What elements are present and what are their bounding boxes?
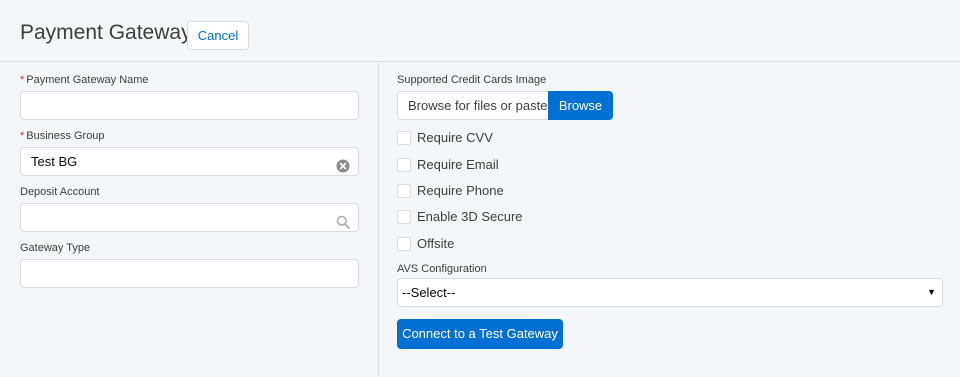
- avs-configuration-label: AVS Configuration: [397, 263, 487, 275]
- required-marker: *: [20, 74, 25, 86]
- offsite-checkbox[interactable]: [397, 237, 411, 251]
- business-group-value: Test BG: [31, 154, 78, 169]
- gateway-type-label: Gateway Type: [20, 242, 91, 254]
- require-phone-label: Require Phone: [417, 183, 504, 198]
- business-group-input[interactable]: Test BG: [20, 147, 359, 176]
- business-group-label: * Business Group: [20, 130, 105, 142]
- require-email-checkbox[interactable]: [397, 158, 411, 172]
- gateway-type-input[interactable]: [20, 259, 359, 288]
- payment-gateway-name-label: * Payment Gateway Name: [20, 74, 149, 86]
- supported-cards-image-label: Supported Credit Cards Image: [397, 74, 547, 86]
- avs-selected-value: --Select--: [402, 285, 456, 300]
- clear-icon[interactable]: [336, 155, 350, 173]
- deposit-account-label: Deposit Account: [20, 186, 100, 198]
- caret-down-icon: ▼: [927, 287, 936, 297]
- avs-configuration-select[interactable]: --Select-- ▼: [397, 278, 943, 307]
- file-upload: Browse for files or paste Browse: [397, 91, 613, 120]
- enable-3d-secure-label: Enable 3D Secure: [417, 209, 523, 224]
- enable-3d-secure-checkbox[interactable]: [397, 210, 411, 224]
- require-cvv-checkbox[interactable]: [397, 131, 411, 145]
- connect-test-gateway-button[interactable]: Connect to a Test Gateway: [397, 319, 563, 349]
- search-icon: [336, 211, 350, 229]
- page-title: Payment Gateway: [20, 21, 192, 44]
- business-group-label-text: Business Group: [26, 130, 105, 142]
- file-drop-zone[interactable]: Browse for files or paste: [397, 91, 549, 120]
- payment-gateway-name-label-text: Payment Gateway Name: [26, 74, 149, 86]
- payment-gateway-name-input[interactable]: [20, 91, 359, 120]
- require-phone-checkbox[interactable]: [397, 184, 411, 198]
- page-header: Payment Gateway Cancel: [0, 0, 960, 62]
- cancel-button[interactable]: Cancel: [187, 21, 249, 50]
- deposit-account-input[interactable]: [20, 203, 359, 232]
- left-column: * Payment Gateway Name * Business Group Te…: [0, 63, 378, 377]
- require-cvv-label: Require CVV: [417, 130, 493, 145]
- right-column: Supported Credit Cards Image Browse for …: [379, 63, 960, 377]
- required-marker: *: [20, 130, 25, 142]
- offsite-label: Offsite: [417, 236, 455, 251]
- require-email-label: Require Email: [417, 157, 499, 172]
- browse-button[interactable]: Browse: [548, 91, 613, 120]
